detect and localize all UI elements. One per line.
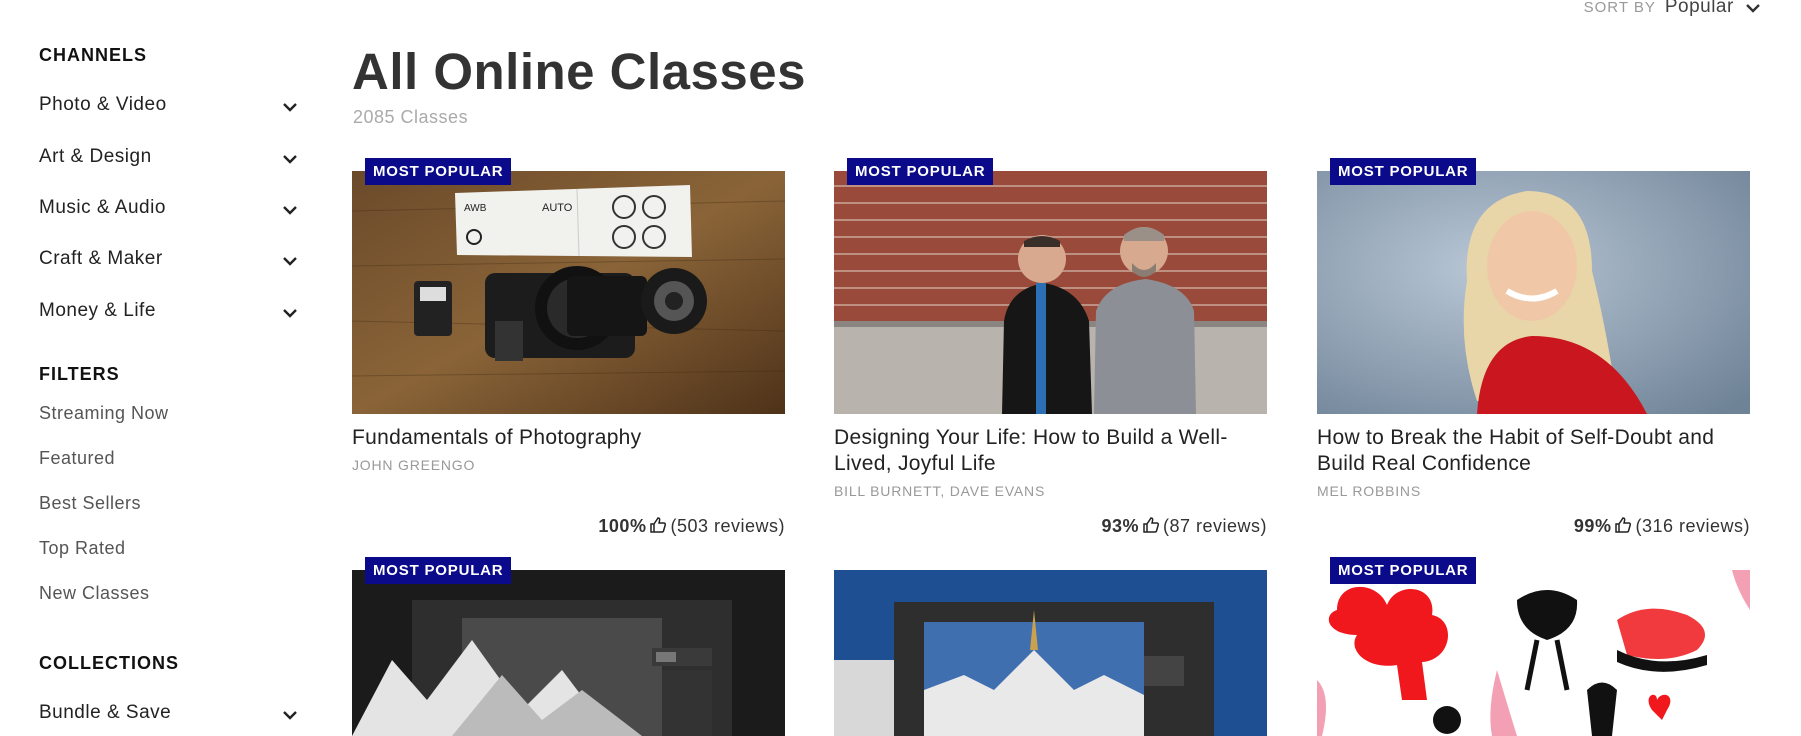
class-rating: 100% (503 reviews) [598,516,785,537]
class-title[interactable]: How to Break the Habit of Self-Doubt and… [1317,425,1750,477]
filter-new-classes[interactable]: New Classes [39,583,150,604]
photoshop-mountains-image [352,570,785,736]
sidebar-item-photo-video[interactable]: Photo & Video [39,94,299,122]
chevron-down-icon [283,206,297,215]
rating-percent: 93% [1101,516,1139,536]
class-rating: 93% (87 reviews) [1101,516,1267,537]
sort-dropdown[interactable]: SORT BY Popular [1584,0,1761,18]
class-thumbnail[interactable] [352,570,785,736]
most-popular-badge: MOST POPULAR [1330,557,1477,584]
thumbs-up-icon [1143,517,1159,533]
photoshop-temple-image [834,570,1267,736]
chevron-down-icon [283,155,297,164]
sidebar-item-label: Art & Design [39,146,152,167]
class-card[interactable]: MOST POPULAR Designing Your Life: How to… [834,158,1267,536]
sidebar-item-label: Craft & Maker [39,248,163,269]
instructors-brick-wall-image [834,171,1267,414]
filters-heading: FILTERS [39,364,120,384]
rating-percent: 99% [1573,516,1612,536]
page-title: All Online Classes [352,43,807,100]
class-count: 2085 Classes [353,107,469,127]
class-thumbnail[interactable] [834,171,1267,414]
auto-label: AUTO [542,202,573,214]
class-title[interactable]: Designing Your Life: How to Build a Well… [834,425,1267,477]
most-popular-badge: MOST POPULAR [365,557,512,584]
channels-heading: CHANNELS [39,45,148,65]
review-count: (316 reviews) [1635,516,1750,536]
sidebar-item-label: Money & Life [39,300,156,321]
sidebar-item-art-design[interactable]: Art & Design [39,146,299,174]
illustration-pattern-image [1317,570,1750,736]
awb-label: AWB [464,203,487,214]
class-title[interactable]: Fundamentals of Photography [352,425,785,451]
collections-heading: COLLECTIONS [39,653,179,673]
sidebar-item-craft-maker[interactable]: Craft & Maker [39,248,299,276]
class-rating: 99% (316 reviews) [1574,516,1750,537]
class-card[interactable]: MOST POPULAR AWB AUTO Fundamentals of Ph… [352,158,785,536]
class-author: BILL BURNETT, DAVE EVANS [834,483,1046,499]
review-count: (503 reviews) [670,516,785,536]
filter-featured[interactable]: Featured [39,448,115,469]
chevron-down-icon [283,257,297,266]
class-card[interactable] [834,570,1267,736]
sidebar-item-bundle-save[interactable]: Bundle & Save [39,702,299,730]
most-popular-badge: MOST POPULAR [847,158,994,185]
class-card[interactable]: MOST POPULAR [1317,557,1750,736]
instructor-portrait-image [1317,171,1750,414]
class-author: MEL ROBBINS [1317,483,1421,499]
sort-value: Popular [1664,0,1734,17]
class-card[interactable]: MOST POPULAR How to Break the Habit of S… [1317,158,1750,536]
class-author: JOHN GREENGO [352,457,476,473]
filter-streaming-now[interactable]: Streaming Now [39,403,169,424]
chevron-down-icon [1746,4,1760,13]
chevron-down-icon [283,711,297,720]
thumbs-up-icon [650,517,667,533]
camera-gear-image: AWB AUTO [352,171,785,414]
most-popular-badge: MOST POPULAR [365,158,512,185]
class-thumbnail[interactable] [834,570,1267,736]
rating-percent: 100% [598,516,647,536]
thumbs-up-icon [1615,517,1632,533]
chevron-down-icon [283,103,297,112]
class-thumbnail[interactable]: AWB AUTO [352,171,785,414]
class-thumbnail[interactable] [1317,570,1750,736]
class-card[interactable]: MOST POPULAR [352,557,785,736]
most-popular-badge: MOST POPULAR [1330,158,1477,185]
review-count: (87 reviews) [1162,516,1267,536]
sidebar-item-music-audio[interactable]: Music & Audio [39,197,299,225]
class-thumbnail[interactable] [1317,171,1750,414]
sort-label: SORT BY [1583,0,1656,16]
sidebar-item-label: Music & Audio [39,197,166,218]
filter-top-rated[interactable]: Top Rated [39,538,126,559]
chevron-down-icon [283,309,297,318]
sidebar-item-money-life[interactable]: Money & Life [39,300,299,328]
sidebar-item-label: Bundle & Save [39,702,172,723]
sidebar-item-label: Photo & Video [39,94,167,115]
filter-best-sellers[interactable]: Best Sellers [39,493,141,514]
